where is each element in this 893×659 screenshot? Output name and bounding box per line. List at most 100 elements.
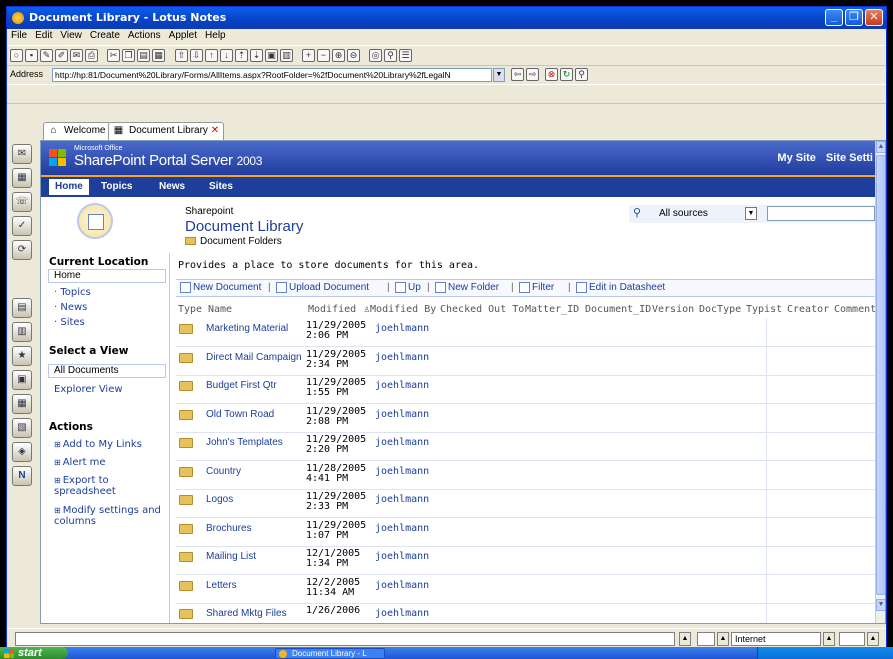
menu-edit[interactable]: Edit [31,29,56,41]
zone-dropdown-icon[interactable]: ▲ [717,632,729,646]
address-input[interactable]: http://hp:81/Document%20Library/Forms/Al… [52,68,492,82]
nav-topics[interactable]: Topics [95,179,138,195]
inbox-dropdown-icon[interactable]: ▲ [867,632,879,646]
back-icon[interactable]: ⇦ [511,68,524,81]
location-topics[interactable]: · Topics [54,287,91,298]
todo-icon[interactable]: ✓ [12,216,32,236]
col-matter-id[interactable]: Matter_ID [525,304,579,315]
taskbar-item-lotus-notes[interactable]: Document Library - L [275,648,385,659]
view-explorer[interactable]: Explorer View [54,384,123,395]
table-row[interactable]: Marketing Material 11/29/2005 2:06 PM joehl… [176,318,875,347]
stop-icon[interactable]: ⊗ [545,68,558,81]
clipboard-icon[interactable]: ▦ [152,49,165,62]
expand-all-icon[interactable]: ⊕ [332,49,345,62]
pencil-icon[interactable]: ✐ [55,49,68,62]
new-document-button[interactable]: New Document [180,282,261,293]
nav-home[interactable]: Home [49,179,89,195]
table-row[interactable]: Mailing List 12/1/2005 1:34 PM joehlmann [176,546,875,575]
modified-by-link[interactable]: joehlmann [375,580,429,591]
modified-by-link[interactable]: joehlmann [375,523,429,534]
modified-by-link[interactable]: joehlmann [375,494,429,505]
action-add-to-my-links[interactable]: ⊞ Add to My Links [54,439,142,450]
modified-by-link[interactable]: joehlmann [375,608,429,619]
table-row[interactable]: Shared Mktg Files 1/26/2006 joehlmann [176,603,875,623]
edit-icon[interactable]: ✎ [40,49,53,62]
folder-icon[interactable]: ▥ [12,322,32,342]
scrollbar-thumb[interactable] [876,155,885,595]
table-row[interactable]: John's Templates 11/29/2005 2:20 PM joehlma… [176,432,875,461]
view-icon[interactable]: ▣ [265,49,278,62]
tab-close-icon[interactable]: ✕ [211,125,219,136]
copy-icon[interactable]: ❐ [122,49,135,62]
menu-file[interactable]: File [7,29,31,41]
databases-icon[interactable]: ▣ [12,370,32,390]
menu-applet[interactable]: Applet [165,29,201,41]
modified-by-link[interactable]: joehlmann [375,437,429,448]
print-icon[interactable]: ⎙ [85,49,98,62]
cut-icon[interactable]: ✂ [107,49,120,62]
edit-in-datasheet-button[interactable]: Edit in Datasheet [576,282,665,293]
favorites-icon[interactable]: ★ [12,346,32,366]
col-creator[interactable]: Creator [787,304,829,315]
action-modify-settings[interactable]: ⊞ Modify settings and columns [54,505,164,527]
collapse-all-icon[interactable]: ⊖ [347,49,360,62]
modified-by-link[interactable]: joehlmann [375,380,429,391]
table-row[interactable]: Budget First Qtr 11/29/2005 1:55 PM joehlma… [176,375,875,404]
preview-icon[interactable]: ▥ [280,49,293,62]
start-button[interactable]: start [0,647,68,659]
title-bar[interactable]: Document Library - Lotus Notes _ ❐ ✕ [7,7,886,29]
arrow-down-icon[interactable]: ↓ [220,49,233,62]
mail-icon[interactable]: ✉ [12,144,32,164]
modified-by-link[interactable]: joehlmann [375,551,429,562]
nav-news[interactable]: News [153,179,191,195]
apps-icon[interactable]: ▧ [12,418,32,438]
binoculars-icon[interactable]: ◎ [369,49,382,62]
search-web-icon[interactable]: ⚲ [575,68,588,81]
col-name[interactable]: Name [208,304,232,315]
unread-up-icon[interactable]: ⇡ [235,49,248,62]
maximize-button[interactable]: ❐ [845,9,863,26]
chevron-down-icon[interactable]: ▼ [745,207,757,220]
paste-icon[interactable]: ▤ [137,49,150,62]
folder-name-link[interactable]: Brochures [206,523,252,534]
collapse-icon[interactable]: − [317,49,330,62]
folder-name-link[interactable]: Direct Mail Campaign [206,352,302,363]
refresh-icon[interactable]: ↻ [560,68,573,81]
action-alert-me[interactable]: ⊞ Alert me [54,457,106,468]
close-button[interactable]: ✕ [865,9,883,26]
table-row[interactable]: Letters 12/2/2005 11:34 AM joehlmann [176,574,875,604]
col-document-id[interactable]: Document_ID [585,304,651,315]
folder-name-link[interactable]: Logos [206,494,233,505]
menu-create[interactable]: Create [86,29,124,41]
filter-button[interactable]: Filter [519,282,554,293]
location-home[interactable]: Home [48,269,166,283]
folder-name-link[interactable]: Mailing List [206,551,256,562]
tab-welcome[interactable]: ⌂ Welcome [43,122,111,140]
table-row[interactable]: Country 11/28/2005 4:41 PM joehlmann [176,460,875,490]
folder-name-link[interactable]: Country [206,466,241,477]
unread-down-icon[interactable]: ⇣ [250,49,263,62]
status-dropdown-icon[interactable]: ▲ [679,632,691,646]
location-sites[interactable]: · Sites [54,317,85,328]
zone-indicator[interactable]: Internet [731,632,821,646]
vertical-scrollbar[interactable]: ▲ ▼ [875,141,885,623]
nav-down-icon[interactable]: ⇩ [190,49,203,62]
arrow-up-icon[interactable]: ↑ [205,49,218,62]
table-row[interactable]: Direct Mail Campaign 11/29/2005 2:34 PM joe… [176,346,875,376]
menu-help[interactable]: Help [201,29,230,41]
modified-by-link[interactable]: joehlmann [375,409,429,420]
table-row[interactable]: Logos 11/29/2005 2:33 PM joehlmann [176,489,875,518]
col-type[interactable]: Type [178,304,202,315]
col-modified[interactable]: Modified [308,304,356,315]
circle-icon[interactable]: ○ [10,49,23,62]
contacts-icon[interactable]: ☏ [12,192,32,212]
col-modified-by[interactable]: ♙Modified By [364,304,436,315]
view-all-documents[interactable]: All Documents [48,364,166,378]
upload-document-button[interactable]: Upload Document [276,282,369,293]
table-row[interactable]: Brochures 11/29/2005 1:07 PM joehlmann [176,517,875,547]
properties-icon[interactable]: ☰ [399,49,412,62]
bookmarks-icon[interactable]: ▦ [12,394,32,414]
modified-by-link[interactable]: joehlmann [375,352,429,363]
my-site-link[interactable]: My Site [777,152,816,164]
scroll-up-icon[interactable]: ▲ [876,141,885,153]
